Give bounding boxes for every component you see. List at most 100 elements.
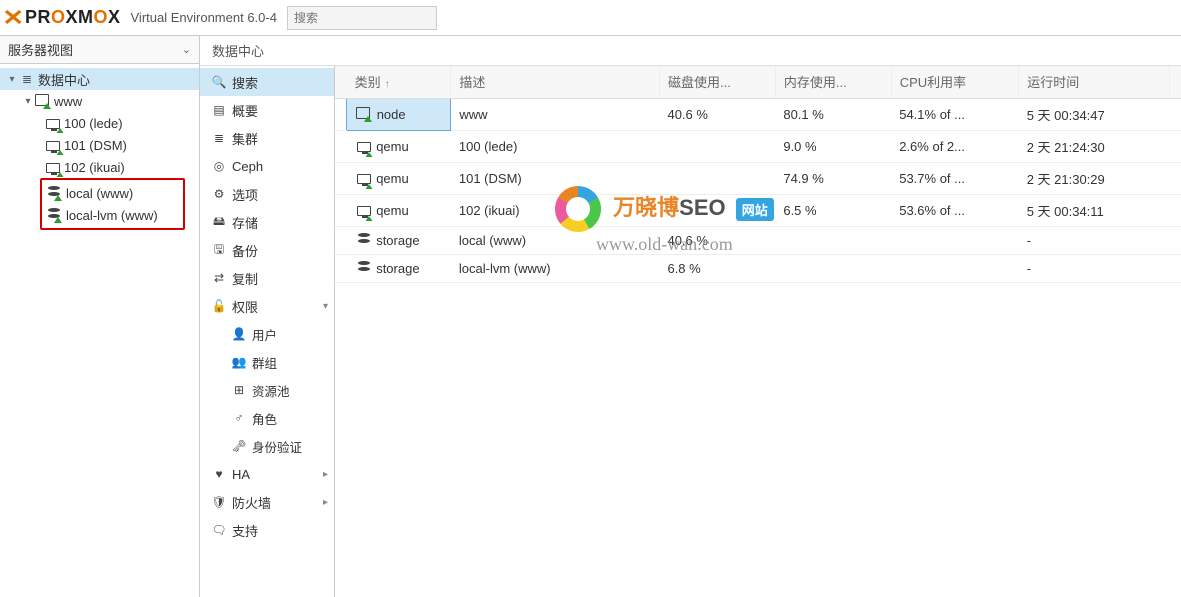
- cell-type: qemu: [347, 130, 451, 162]
- cell-mem: [775, 254, 891, 282]
- tree-vm[interactable]: 102 (ikuai): [0, 156, 199, 178]
- tree-label: local (www): [64, 186, 133, 201]
- tree-label: 100 (lede): [62, 116, 123, 131]
- cell-disk: 40.6 %: [659, 226, 775, 254]
- expand-icon[interactable]: ▾: [323, 301, 328, 312]
- cell-mem: 80.1 %: [775, 98, 891, 130]
- global-search-input[interactable]: [287, 6, 437, 30]
- cell-disk: [659, 162, 775, 194]
- search-grid: 类别↑描述磁盘使用...内存使用...CPU利用率运行时间 node www 4…: [335, 66, 1181, 597]
- brand-text: XM: [65, 7, 93, 28]
- nav-icon: 🔍: [210, 75, 228, 89]
- nav-搜索[interactable]: 🔍搜索: [200, 68, 334, 96]
- chevron-down-icon: ⌄: [182, 43, 191, 56]
- cell-mem: [775, 226, 891, 254]
- nav-icon: 🔓: [210, 299, 228, 313]
- brand-text: PR: [25, 7, 51, 28]
- tree-node[interactable]: ▾ www: [0, 90, 199, 112]
- nav-支持[interactable]: 🗨支持: [200, 516, 334, 544]
- nav-选项[interactable]: ⚙选项: [200, 180, 334, 208]
- nav-label: 防火墙: [228, 493, 271, 512]
- expand-icon[interactable]: ▸: [323, 469, 328, 480]
- tree-datacenter[interactable]: ▾ ≣ 数据中心: [0, 68, 199, 90]
- grid-row[interactable]: storage local (www) 40.6 % -: [335, 226, 1181, 254]
- cell-uptime: 2 天 21:30:29: [1019, 162, 1170, 194]
- left-panel: 服务器视图 ⌄ ▾ ≣ 数据中心 ▾ www 100 (lede) 101 (D…: [0, 36, 200, 597]
- nav-icon: ⊞: [230, 383, 248, 397]
- nav-HA[interactable]: ♥HA▸: [200, 460, 334, 488]
- col-header[interactable]: 运行时间: [1019, 66, 1170, 98]
- cell-type: storage: [347, 226, 451, 254]
- sort-asc-icon: ↑: [385, 79, 390, 90]
- nav-icon: ♂: [230, 411, 248, 425]
- col-header[interactable]: 描述: [451, 66, 660, 98]
- nav-icon: 🗝: [230, 439, 248, 453]
- nav-角色[interactable]: ♂角色: [200, 404, 334, 432]
- col-header[interactable]: 磁盘使用...: [659, 66, 775, 98]
- nav-复制[interactable]: ⇄复制: [200, 264, 334, 292]
- view-selector-label: 服务器视图: [8, 40, 73, 59]
- grid-row[interactable]: qemu 102 (ikuai) 6.5 % 53.6% of ... 5 天 …: [335, 194, 1181, 226]
- cell-desc: 101 (DSM): [451, 162, 660, 194]
- cell-mem: 74.9 %: [775, 162, 891, 194]
- cell-uptime: 5 天 00:34:47: [1019, 98, 1170, 130]
- tree-vm[interactable]: 101 (DSM): [0, 134, 199, 156]
- cell-mem: 6.5 %: [775, 194, 891, 226]
- nav-label: 集群: [228, 129, 258, 148]
- nav-label: 搜索: [228, 73, 258, 92]
- nav-icon: 🗨: [210, 523, 228, 537]
- nav-icon: ♥: [210, 467, 228, 481]
- cell-desc: www: [451, 98, 660, 130]
- cell-desc: local (www): [451, 226, 660, 254]
- tree-label: 数据中心: [36, 70, 90, 89]
- nav-备份[interactable]: 🖫备份: [200, 236, 334, 264]
- view-selector[interactable]: 服务器视图 ⌄: [0, 36, 199, 64]
- grid-row[interactable]: qemu 100 (lede) 9.0 % 2.6% of 2... 2 天 2…: [335, 130, 1181, 162]
- tree-storage[interactable]: local-lvm (www): [42, 204, 183, 226]
- cell-disk: [659, 130, 775, 162]
- col-header[interactable]: CPU利用率: [891, 66, 1018, 98]
- highlight-annotation: local (www) local-lvm (www): [40, 178, 185, 230]
- row-icon: [355, 107, 373, 122]
- col-header[interactable]: 类别↑: [347, 66, 451, 98]
- cell-cpu: 53.6% of ...: [891, 194, 1018, 226]
- grid-row[interactable]: node www 40.6 % 80.1 % 54.1% of ... 5 天 …: [335, 98, 1181, 130]
- grid-row[interactable]: storage local-lvm (www) 6.8 % -: [335, 254, 1181, 282]
- cell-cpu: [891, 254, 1018, 282]
- nav-icon: 👤: [230, 327, 248, 341]
- nav-防火墙[interactable]: 🛡防火墙 ▸: [200, 488, 334, 516]
- expand-icon[interactable]: ▸: [323, 497, 328, 508]
- nav-icon: ◎: [210, 159, 228, 173]
- cell-desc: 102 (ikuai): [451, 194, 660, 226]
- brand-text: X: [108, 7, 121, 28]
- nav-label: 备份: [228, 241, 258, 260]
- grid-row[interactable]: qemu 101 (DSM) 74.9 % 53.7% of ... 2 天 2…: [335, 162, 1181, 194]
- tree-vm[interactable]: 100 (lede): [0, 112, 199, 134]
- nav-资源池[interactable]: ⊞资源池: [200, 376, 334, 404]
- cell-disk: [659, 194, 775, 226]
- nav-概要[interactable]: ▤概要: [200, 96, 334, 124]
- nav-身份验证[interactable]: 🗝身份验证: [200, 432, 334, 460]
- nav-群组[interactable]: 👥群组: [200, 348, 334, 376]
- nav-用户[interactable]: 👤用户: [200, 320, 334, 348]
- collapse-icon[interactable]: ▾: [22, 96, 34, 107]
- nav-icon: 🛡: [210, 495, 228, 509]
- nav-权限[interactable]: 🔓权限▾: [200, 292, 334, 320]
- nav-label: Ceph: [228, 159, 263, 174]
- storage-icon: [46, 186, 64, 201]
- brand-text: O: [51, 7, 66, 28]
- cell-uptime: 2 天 21:24:30: [1019, 130, 1170, 162]
- tree-storage[interactable]: local (www): [42, 182, 183, 204]
- nav-集群[interactable]: ≣集群: [200, 124, 334, 152]
- nav-label: 角色: [248, 409, 277, 428]
- nav-存储[interactable]: 🖴存储: [200, 208, 334, 236]
- cell-cpu: [891, 226, 1018, 254]
- col-header[interactable]: 内存使用...: [775, 66, 891, 98]
- collapse-icon[interactable]: ▾: [6, 74, 18, 85]
- nav-icon: ⚙: [210, 187, 228, 201]
- cell-type: node: [347, 98, 451, 130]
- cell-mem: 9.0 %: [775, 130, 891, 162]
- nav-icon: ⇄: [210, 271, 228, 285]
- nav-label: 概要: [228, 101, 258, 120]
- nav-Ceph[interactable]: ◎Ceph: [200, 152, 334, 180]
